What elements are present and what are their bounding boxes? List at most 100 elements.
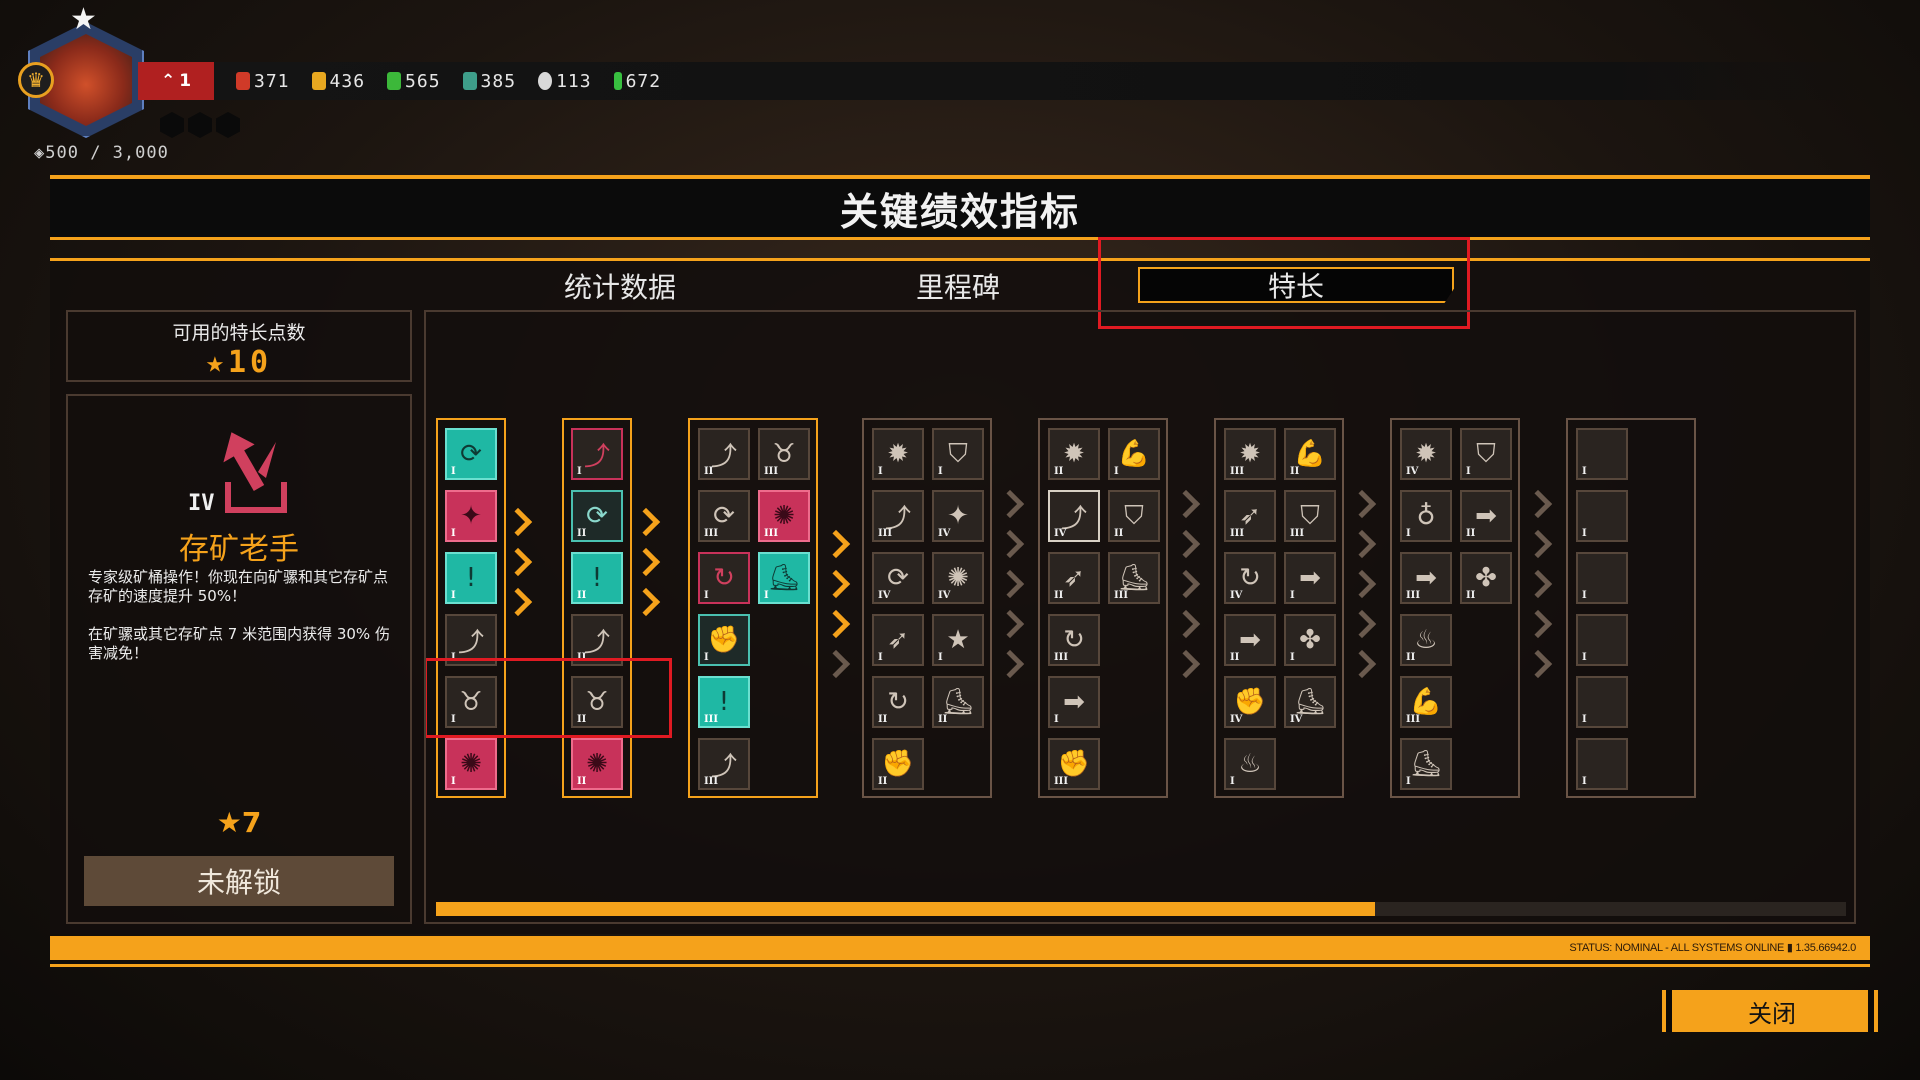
perk-slot[interactable]: ✤ II bbox=[1460, 552, 1512, 604]
tab-milestones[interactable]: 里程碑 bbox=[838, 266, 1078, 306]
chevron-right-icon bbox=[821, 609, 851, 639]
close-button[interactable]: 关闭 bbox=[1672, 990, 1868, 1032]
perk-slot[interactable]: ♁ I bbox=[1400, 490, 1452, 542]
xp-readout: ◈500 / 3,000 bbox=[34, 143, 169, 163]
tab-stats[interactable]: 统计数据 bbox=[500, 266, 740, 306]
perk-slot[interactable]: ⛉ I bbox=[1460, 428, 1512, 480]
boot-icon: ⛸ bbox=[1293, 687, 1327, 717]
feather-icon: ➶ bbox=[887, 625, 909, 655]
perk-slot[interactable]: I bbox=[1576, 490, 1628, 542]
recycle-icon: ⟳ bbox=[460, 439, 482, 469]
perk-slot[interactable]: ✊ IV bbox=[1224, 676, 1276, 728]
perk-slot[interactable]: ⤴ III bbox=[698, 738, 750, 790]
alert-icon: ! bbox=[718, 687, 730, 717]
perk-slot[interactable]: ! III bbox=[698, 676, 750, 728]
perk-slot[interactable]: ⛉ II bbox=[1108, 490, 1160, 542]
perk-slot[interactable]: ⤴ IV bbox=[1048, 490, 1100, 542]
perk-slot[interactable]: ♉ III bbox=[758, 428, 810, 480]
perk-slot[interactable]: ✺ IV bbox=[932, 552, 984, 604]
perk-slot[interactable]: ⛸ II bbox=[932, 676, 984, 728]
perk-slot[interactable]: ⤴ I bbox=[571, 428, 623, 480]
vortex-icon: ✺ bbox=[460, 749, 482, 779]
perk-slot[interactable]: ↻ IV bbox=[1224, 552, 1276, 604]
perk-slot[interactable]: ➡ I bbox=[1284, 552, 1336, 604]
status-text: STATUS: NOMINAL - ALL SYSTEMS ONLINE ▮ 1… bbox=[1569, 942, 1856, 954]
dash-icon: ✦ bbox=[460, 501, 482, 531]
burst-icon: ✹ bbox=[1415, 439, 1437, 469]
perk-slot[interactable]: ✊ I bbox=[698, 614, 750, 666]
perk-slot[interactable]: ➶ III bbox=[1224, 490, 1276, 542]
perk-slot[interactable]: ↻ III bbox=[1048, 614, 1100, 666]
perk-slot[interactable]: ➡ I bbox=[1048, 676, 1100, 728]
perk-slot[interactable]: ⛸ I bbox=[758, 552, 810, 604]
perk-detail-panel: IV 存矿老手 专家级矿桶操作！你现在向矿骡和其它存矿点存矿的速度提升 50%！… bbox=[66, 394, 412, 924]
perk-slot[interactable]: I bbox=[1576, 428, 1628, 480]
perk-slot[interactable]: 💪 I bbox=[1108, 428, 1160, 480]
perk-slot[interactable]: ⤴ III bbox=[872, 490, 924, 542]
chevron-right-icon bbox=[503, 587, 533, 617]
perk-slot[interactable]: ⛉ I bbox=[932, 428, 984, 480]
perk-tree[interactable]: ⟳ I ✦ I ! I ⤴ I ♉ I ✺ I ⤴ I ⟳ II ! II ⤴ II ♉ II ✺ II… bbox=[424, 310, 1856, 924]
perk-description: 专家级矿桶操作！你现在向矿骡和其它存矿点存矿的速度提升 50%！ 在矿骡或其它存… bbox=[88, 568, 390, 662]
status-bar: STATUS: NOMINAL - ALL SYSTEMS ONLINE ▮ 1… bbox=[50, 936, 1870, 960]
perk-slot[interactable]: ↻ II bbox=[872, 676, 924, 728]
chevron-right-icon bbox=[503, 507, 533, 537]
perk-slot[interactable]: I bbox=[1576, 614, 1628, 666]
perk-slot[interactable]: ✺ I bbox=[445, 738, 497, 790]
perk-slot[interactable]: ↻ I bbox=[698, 552, 750, 604]
chevron-right-icon bbox=[1171, 569, 1201, 599]
perk-slot[interactable]: ★ I bbox=[932, 614, 984, 666]
perk-slot[interactable]: ⛸ III bbox=[1108, 552, 1160, 604]
tree-scrollbar[interactable] bbox=[436, 902, 1846, 916]
chevron-right-icon bbox=[1523, 569, 1553, 599]
perk-slot[interactable]: ⛸ IV bbox=[1284, 676, 1336, 728]
perk-slot[interactable]: ➶ I bbox=[872, 614, 924, 666]
perk-column-2: ⤴ I ⟳ II ! II ⤴ II ♉ II ✺ II bbox=[562, 418, 632, 798]
perk-slot[interactable]: ♨ I bbox=[1224, 738, 1276, 790]
perk-slot[interactable]: ➡ III bbox=[1400, 552, 1452, 604]
chevron-right-icon bbox=[1171, 489, 1201, 519]
burst-icon: ✹ bbox=[1239, 439, 1261, 469]
chevron-right-icon bbox=[631, 507, 661, 537]
perk-slot[interactable]: ✹ III bbox=[1224, 428, 1276, 480]
perk-slot[interactable]: ➡ II bbox=[1224, 614, 1276, 666]
perk-slot[interactable]: ⤴ II bbox=[698, 428, 750, 480]
perk-slot[interactable]: ✊ III bbox=[1048, 738, 1100, 790]
perk-slot[interactable]: ⟳ I bbox=[445, 428, 497, 480]
perk-slot[interactable]: I bbox=[1576, 552, 1628, 604]
perk-slot[interactable]: ✦ I bbox=[445, 490, 497, 542]
perk-slot[interactable]: ⛉ III bbox=[1284, 490, 1336, 542]
refresh-icon: ↻ bbox=[1063, 625, 1085, 655]
chevron-right-icon bbox=[1171, 649, 1201, 679]
tree-scroll-thumb[interactable] bbox=[436, 902, 1376, 916]
perk-slot[interactable]: ✺ III bbox=[758, 490, 810, 542]
perk-slot[interactable]: ✺ II bbox=[571, 738, 623, 790]
arrow-right-icon: ➡ bbox=[1063, 687, 1085, 717]
perk-slot[interactable]: ✤ I bbox=[1284, 614, 1336, 666]
perk-slot[interactable]: ! II bbox=[571, 552, 623, 604]
perk-slot[interactable]: I bbox=[1576, 738, 1628, 790]
perk-slot[interactable]: ➡ II bbox=[1460, 490, 1512, 542]
recycle-icon: ⟳ bbox=[586, 501, 608, 531]
perk-column-3: ⤴ II ♉ III ⟳ III ✺ III ↻ I ⛸ I ✊ I ! III ⤴ III bbox=[688, 418, 818, 798]
perk-slot[interactable]: ♨ II bbox=[1400, 614, 1452, 666]
perk-slot[interactable]: ⟳ II bbox=[571, 490, 623, 542]
perk-slot[interactable]: ➶ II bbox=[1048, 552, 1100, 604]
horns-icon: ♉ bbox=[772, 439, 796, 469]
perk-slot[interactable]: ✹ I bbox=[872, 428, 924, 480]
perk-slot[interactable]: ⟳ IV bbox=[872, 552, 924, 604]
resource-value: 113 bbox=[556, 70, 592, 92]
title-divider bbox=[50, 237, 1870, 240]
perk-slot[interactable]: ✹ II bbox=[1048, 428, 1100, 480]
unlock-button[interactable]: 未解锁 bbox=[84, 856, 394, 906]
perk-slot[interactable]: I bbox=[1576, 676, 1628, 728]
perk-slot[interactable]: ✦ IV bbox=[932, 490, 984, 542]
perk-slot[interactable]: 💪 III bbox=[1400, 676, 1452, 728]
perk-slot[interactable]: ⟳ III bbox=[698, 490, 750, 542]
perk-slot[interactable]: ✊ II bbox=[872, 738, 924, 790]
perk-slot[interactable]: ⛸ I bbox=[1400, 738, 1452, 790]
chevron-right-icon bbox=[1523, 609, 1553, 639]
perk-slot[interactable]: ! I bbox=[445, 552, 497, 604]
perk-slot[interactable]: 💪 II bbox=[1284, 428, 1336, 480]
perk-slot[interactable]: ✹ IV bbox=[1400, 428, 1452, 480]
